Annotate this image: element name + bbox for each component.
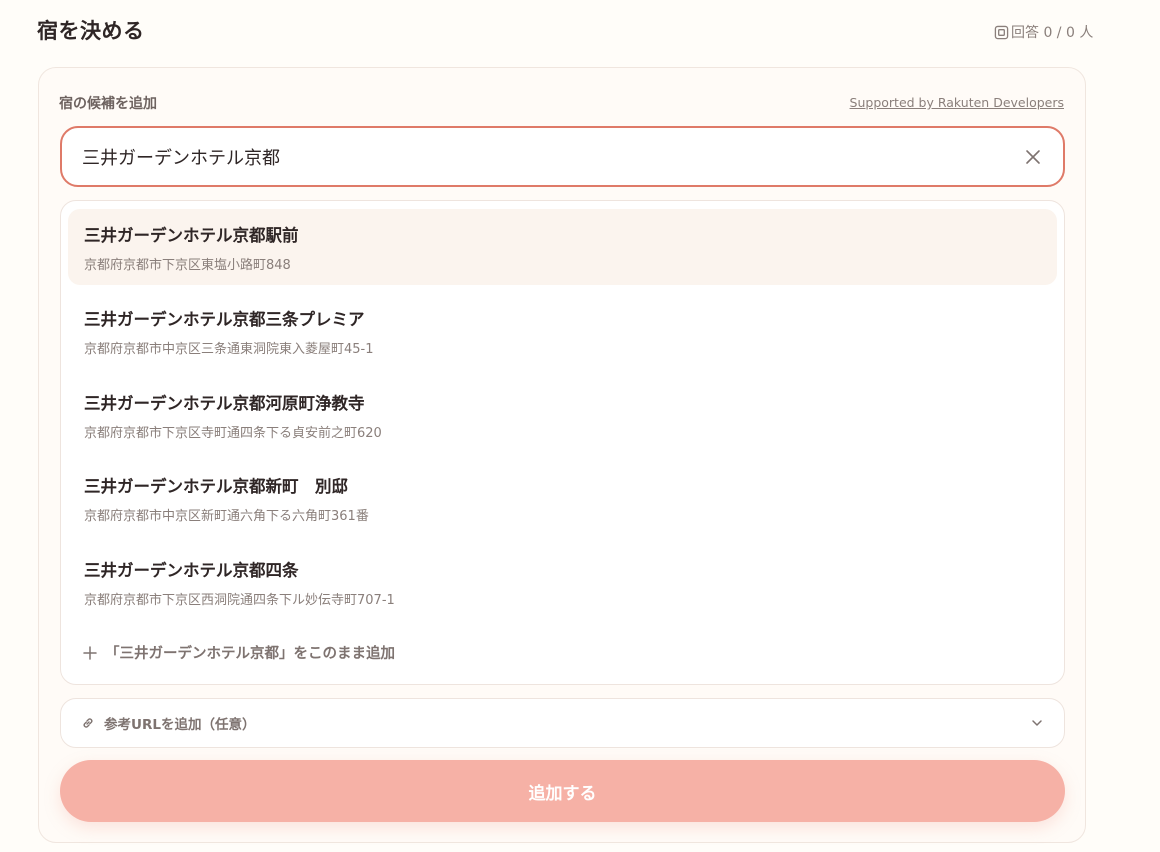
add-candidate-card: 宿の候補を追加 Supported by Rakuten Developers …: [38, 67, 1086, 843]
result-name: 三井ガーデンホテル京都四条: [84, 561, 299, 580]
section-label: 宿の候補を追加: [59, 96, 157, 112]
close-icon[interactable]: [1023, 147, 1043, 167]
result-name: 三井ガーデンホテル京都三条プレミア: [84, 310, 365, 329]
result-item[interactable]: 三井ガーデンホテル京都河原町浄教寺 京都府京都市下京区寺町通四条下る貞安前之町6…: [68, 377, 1057, 453]
result-address: 京都府京都市中京区新町通六角下る六角町361番: [84, 509, 369, 524]
result-name: 三井ガーデンホテル京都駅前: [84, 226, 299, 245]
result-address: 京都府京都市下京区西洞院通四条下ル妙伝寺町707-1: [84, 593, 395, 608]
reference-url-label: 参考URLを追加（任意）: [104, 717, 256, 733]
result-name: 三井ガーデンホテル京都新町 別邸: [84, 477, 348, 496]
search-input[interactable]: [82, 146, 1023, 167]
supported-by-link[interactable]: Supported by Rakuten Developers: [850, 95, 1064, 110]
plus-icon: [83, 645, 97, 660]
results-dropdown: 三井ガーデンホテル京都駅前 京都府京都市下京区東塩小路町848 三井ガーデンホテ…: [60, 200, 1065, 685]
result-name: 三井ガーデンホテル京都河原町浄教寺: [84, 394, 365, 413]
submit-button[interactable]: 追加する: [60, 760, 1065, 822]
result-item[interactable]: 三井ガーデンホテル京都三条プレミア 京都府京都市中京区三条通東洞院東入菱屋町45…: [68, 293, 1057, 369]
result-item[interactable]: 三井ガーデンホテル京都新町 別邸 京都府京都市中京区新町通六角下る六角町361番: [68, 460, 1057, 536]
result-address: 京都府京都市下京区東塩小路町848: [84, 258, 291, 273]
result-address: 京都府京都市中京区三条通東洞院東入菱屋町45-1: [84, 342, 374, 357]
result-item[interactable]: 三井ガーデンホテル京都駅前 京都府京都市下京区東塩小路町848: [68, 209, 1057, 285]
page-title: 宿を決める: [37, 19, 145, 43]
chevron-down-icon: [1030, 716, 1044, 730]
reference-url-toggle[interactable]: 参考URLを追加（任意）: [60, 698, 1065, 748]
result-address: 京都府京都市下京区寺町通四条下る貞安前之町620: [84, 426, 382, 441]
add-as-is-button[interactable]: 「三井ガーデンホテル京都」をこのまま追加: [83, 642, 395, 663]
search-box: [60, 126, 1065, 187]
answer-count: 回答 0 / 0 人: [994, 22, 1093, 42]
result-item[interactable]: 三井ガーデンホテル京都四条 京都府京都市下京区西洞院通四条下ル妙伝寺町707-1: [68, 544, 1057, 620]
answer-count-text: 回答 0 / 0 人: [1011, 25, 1094, 41]
add-as-is-label: 「三井ガーデンホテル京都」をこのまま追加: [105, 646, 395, 662]
link-icon: [81, 716, 95, 730]
answer-icon: [994, 25, 1009, 40]
